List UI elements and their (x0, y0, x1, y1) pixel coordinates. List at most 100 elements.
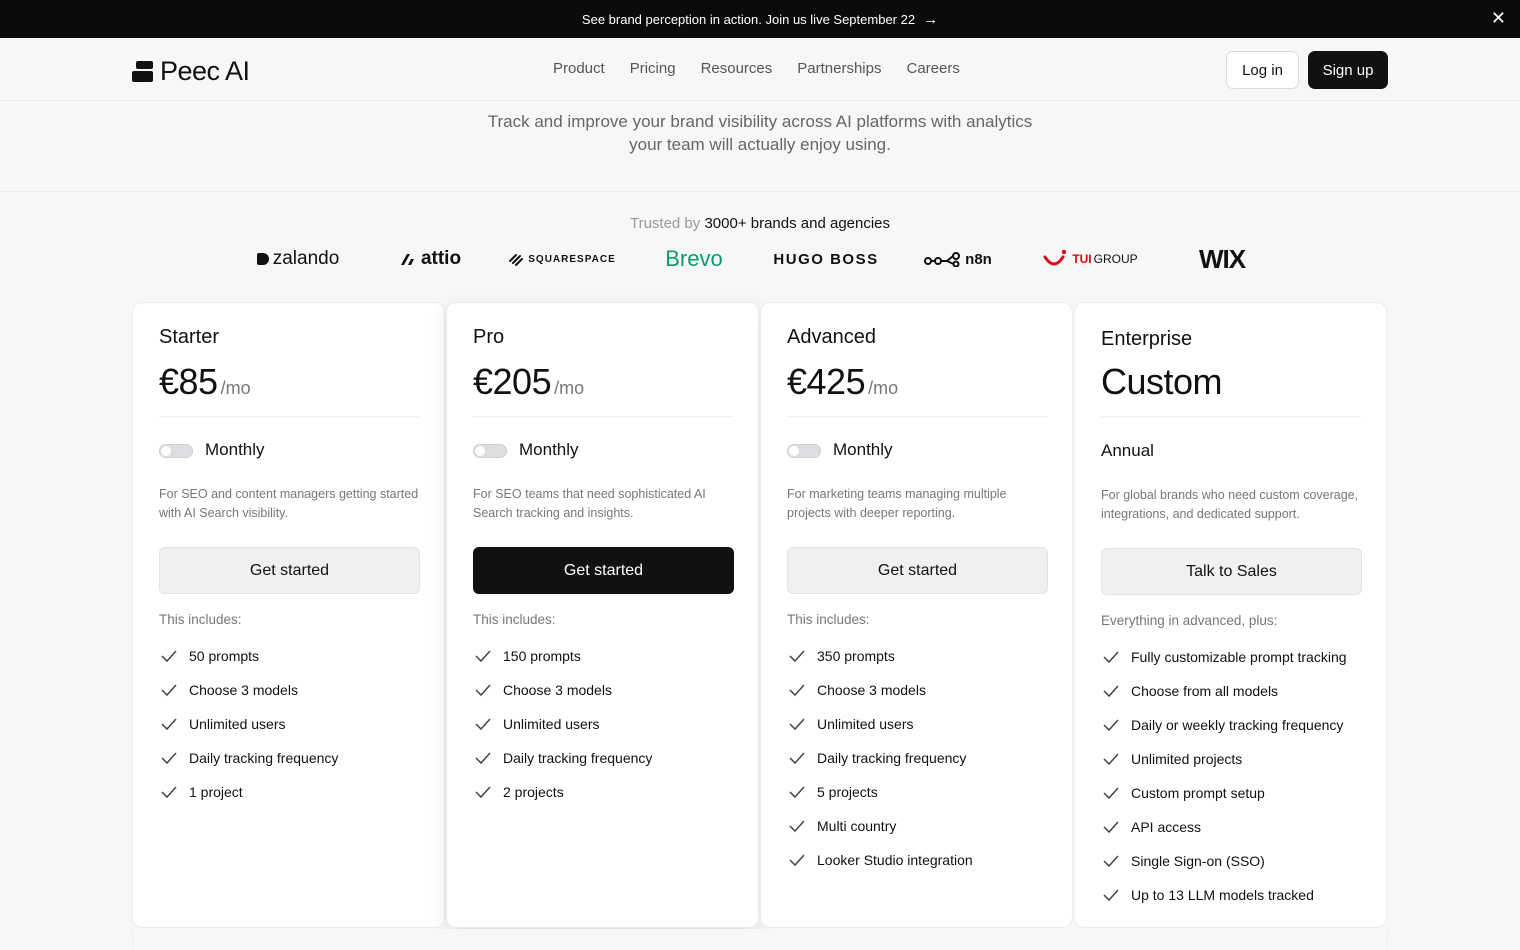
brand-name: SQUARESPACE (528, 253, 616, 265)
feature-text: Unlimited users (503, 716, 600, 732)
feature-item: Unlimited projects (1101, 742, 1347, 776)
logo-text: Peec AI (160, 56, 250, 86)
brand-name: TUI (1072, 252, 1092, 266)
trusted-highlight: 3000+ brands and agencies (704, 215, 891, 232)
brand-logo-zalando: zalando (232, 240, 364, 278)
logo[interactable]: Peec AI (132, 56, 250, 87)
includes-label: This includes: (787, 612, 870, 627)
card-divider (159, 416, 419, 417)
check-icon (789, 820, 805, 833)
announcement-banner[interactable]: See brand perception in action. Join us … (0, 0, 1520, 38)
feature-text: 1 project (189, 784, 243, 800)
includes-label: This includes: (473, 612, 556, 627)
feature-text: Single Sign-on (SSO) (1131, 853, 1265, 869)
hero-subtitle-line-1: Track and improve your brand visibility … (487, 112, 1033, 131)
plan-description: For SEO and content managers getting sta… (159, 487, 419, 520)
card-divider (1101, 416, 1361, 417)
feature-item: Custom prompt setup (1101, 776, 1347, 810)
get-started-button[interactable]: Get started (787, 547, 1048, 594)
login-button[interactable]: Log in (1226, 51, 1299, 89)
pricing-cards: Starter €85/mo Monthly For SEO and conte… (132, 302, 1388, 928)
attio-mark-icon (400, 254, 414, 265)
feature-item: 50 prompts (159, 639, 338, 673)
brand-name: WIX (1198, 243, 1246, 274)
billing-toggle[interactable] (787, 444, 821, 458)
price-period: /mo (868, 378, 899, 398)
get-started-button[interactable]: Get started (159, 547, 420, 594)
brand-logo-attio: attio (364, 240, 496, 278)
plan-price: Custom (1101, 361, 1223, 403)
feature-item: Choose 3 models (787, 673, 973, 707)
get-started-button[interactable]: Get started (473, 547, 734, 594)
feature-text: 50 prompts (189, 648, 260, 664)
check-icon (789, 854, 805, 867)
check-icon (161, 684, 177, 697)
plan-price: €85/mo (159, 361, 251, 403)
feature-text: Choose 3 models (189, 682, 298, 698)
close-icon[interactable]: ✕ (1491, 8, 1506, 29)
price-amount: €205 (473, 361, 552, 402)
feature-text: Daily tracking frequency (503, 750, 653, 766)
plan-name: Pro (473, 326, 505, 348)
billing-label: Monthly (205, 440, 265, 459)
brand-name-suffix: GROUP (1093, 252, 1138, 266)
price-period: /mo (554, 378, 585, 398)
check-icon (1103, 889, 1119, 902)
price-amount: €85 (159, 361, 218, 402)
card-divider (787, 416, 1047, 417)
feature-list: 150 prompts Choose 3 models Unlimited us… (473, 639, 652, 809)
feature-item: Daily tracking frequency (159, 741, 338, 775)
plan-price: €425/mo (787, 361, 898, 403)
feature-item: 1 project (159, 775, 338, 809)
brand-name: Brevo (665, 246, 723, 271)
price-amount: Custom (1101, 361, 1223, 402)
tui-smile-icon (1043, 249, 1067, 266)
check-icon (789, 786, 805, 799)
feature-text: API access (1131, 819, 1202, 835)
billing-toggle[interactable] (473, 444, 507, 458)
banner-text[interactable]: See brand perception in action. Join us … (582, 12, 915, 27)
signup-button[interactable]: Sign up (1308, 51, 1388, 89)
feature-text: 2 projects (503, 784, 564, 800)
feature-text: Unlimited users (817, 716, 914, 732)
feature-text: Looker Studio integration (817, 852, 973, 868)
feature-text: Multi country (817, 818, 897, 834)
arrow-right-icon[interactable]: → (923, 11, 938, 28)
brand-logo-brevo: Brevo (628, 240, 760, 278)
nav-link-pricing[interactable]: Pricing (630, 60, 676, 77)
feature-list: 350 prompts Choose 3 models Unlimited us… (787, 639, 973, 877)
plan-card-advanced: Advanced €425/mo Monthly For marketing t… (760, 302, 1073, 928)
includes-label: Everything in advanced, plus: (1101, 613, 1278, 628)
talk-to-sales-button[interactable]: Talk to Sales (1101, 548, 1362, 595)
feature-item: Choose 3 models (159, 673, 338, 707)
nav-link-resources[interactable]: Resources (701, 60, 773, 77)
feature-text: Custom prompt setup (1131, 785, 1265, 801)
feature-list: 50 prompts Choose 3 models Unlimited use… (159, 639, 338, 809)
feature-item: API access (1101, 810, 1347, 844)
plan-description: For global brands who need custom covera… (1101, 488, 1359, 521)
billing-toggle[interactable] (159, 444, 193, 458)
feature-item: Fully customizable prompt tracking (1101, 640, 1347, 674)
price-amount: €425 (787, 361, 866, 402)
nav-link-partnerships[interactable]: Partnerships (797, 60, 881, 77)
nav-link-careers[interactable]: Careers (906, 60, 959, 77)
feature-text: Unlimited users (189, 716, 286, 732)
check-icon (789, 718, 805, 731)
brand-logo-squarespace: SQUARESPACE (496, 240, 628, 278)
feature-item: 5 projects (787, 775, 973, 809)
feature-item: Looker Studio integration (787, 843, 973, 877)
includes-label: This includes: (159, 612, 242, 627)
feature-text: Choose 3 models (817, 682, 926, 698)
check-icon (789, 650, 805, 663)
nav-link-product[interactable]: Product (553, 60, 605, 77)
check-icon (161, 786, 177, 799)
check-icon (475, 650, 491, 663)
plan-card-pro: Pro €205/mo Monthly For SEO teams that n… (446, 302, 759, 928)
card-divider (473, 416, 733, 417)
feature-item: Unlimited users (787, 707, 973, 741)
brand-name: HUGO BOSS (773, 250, 879, 268)
check-icon (789, 684, 805, 697)
feature-text: Daily tracking frequency (189, 750, 339, 766)
plan-name: Advanced (787, 326, 876, 348)
trusted-prefix: Trusted by (629, 215, 701, 232)
